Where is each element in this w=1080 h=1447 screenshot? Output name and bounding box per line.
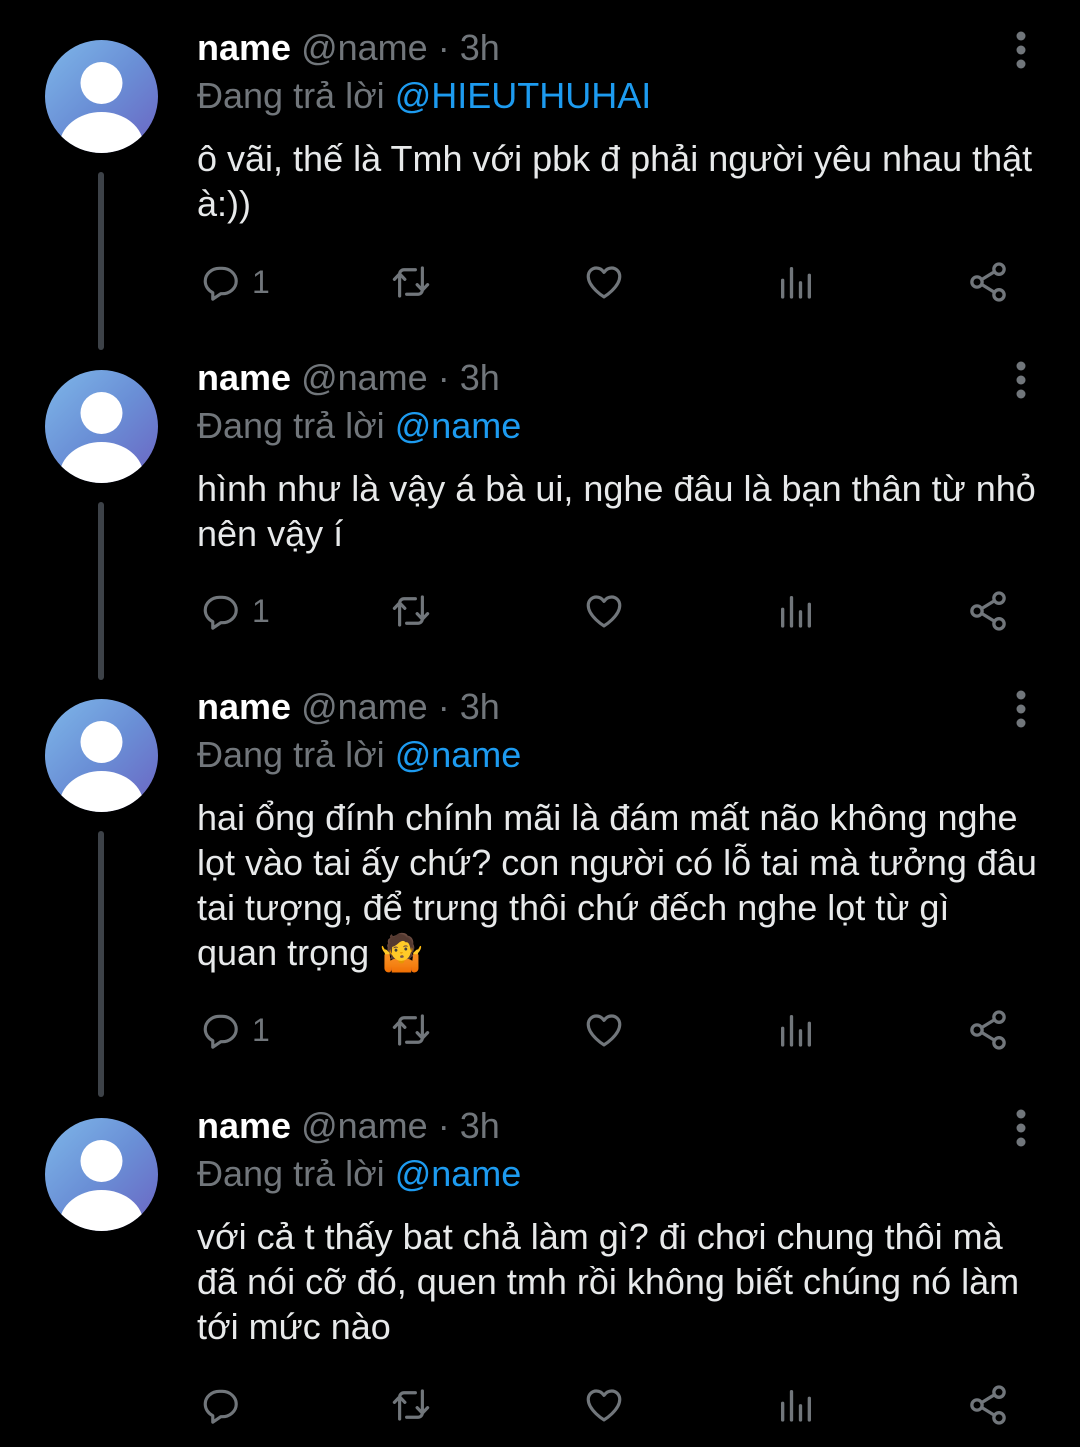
views-button[interactable] [776,1375,816,1435]
reply-icon [203,1014,238,1049]
tweet-header: name @name · 3h [197,685,500,729]
share-button[interactable] [966,1375,1010,1435]
retweet-icon [392,595,430,627]
reply-icon [203,266,238,301]
share-icon [970,1010,1006,1050]
tweet-actions [0,1375,1080,1435]
more-vertical-icon [1016,1109,1026,1147]
reply-button[interactable] [200,1375,252,1435]
tweet[interactable]: name @name · 3h Đang trả lời @HIEUTHUHAI… [0,0,1080,350]
heart-icon [586,266,622,299]
replying-to: Đang trả lời @name [197,733,521,777]
user-handle[interactable]: @name [301,686,428,727]
tweet-header: name @name · 3h [197,1104,500,1148]
avatar[interactable] [45,40,158,153]
separator-dot: · [437,27,450,68]
retweet-button[interactable] [388,1375,434,1435]
reply-button[interactable]: 1 [200,252,270,312]
views-icon [781,596,811,628]
reply-count: 1 [252,263,270,300]
display-name[interactable]: name [197,1105,291,1146]
replying-to-label: Đang trả lời [197,734,385,775]
tweet-text: hình như là vậy á bà ui, nghe đâu là bạn… [197,468,1036,554]
views-button[interactable] [776,252,816,312]
share-button[interactable] [966,1000,1010,1060]
reply-count: 1 [252,1011,270,1048]
share-icon [970,1385,1006,1425]
mention-link[interactable]: @HIEUTHUHAI [395,75,652,116]
timestamp[interactable]: 3h [460,357,500,398]
display-name[interactable]: name [197,27,291,68]
retweet-icon [392,1014,430,1046]
display-name[interactable]: name [197,686,291,727]
tweet[interactable]: name @name · 3h Đang trả lời @name với c… [0,1078,1080,1447]
timestamp[interactable]: 3h [460,27,500,68]
replying-to-label: Đang trả lời [197,405,385,446]
like-button[interactable] [582,252,626,312]
more-options-button[interactable] [1004,30,1038,70]
mention-link[interactable]: @name [395,734,522,775]
views-icon [781,267,811,299]
mention-link[interactable]: @name [395,405,522,446]
replying-to-label: Đang trả lời [197,1153,385,1194]
tweet-header: name @name · 3h [197,26,500,70]
retweet-icon [392,1389,430,1421]
views-button[interactable] [776,581,816,641]
retweet-button[interactable] [388,252,434,312]
separator-dot: · [437,686,450,727]
more-vertical-icon [1016,31,1026,69]
like-button[interactable] [582,581,626,641]
more-options-button[interactable] [1004,689,1038,729]
replying-to: Đang trả lời @name [197,404,521,448]
heart-icon [586,1389,622,1422]
views-icon [781,1390,811,1422]
mention-link[interactable]: @name [395,1153,522,1194]
timestamp[interactable]: 3h [460,686,500,727]
replying-to: Đang trả lời @name [197,1152,521,1196]
retweet-button[interactable] [388,581,434,641]
share-button[interactable] [966,581,1010,641]
tweet-header: name @name · 3h [197,356,500,400]
tweet-text: hai ổng đính chính mãi là đám mất não kh… [197,797,1037,973]
like-button[interactable] [582,1000,626,1060]
heart-icon [586,595,622,628]
tweet-text: với cả t thấy bat chả làm gì? đi chơi ch… [197,1216,1020,1347]
user-handle[interactable]: @name [301,27,428,68]
tweet-actions: 1 [0,252,1080,312]
separator-dot: · [437,357,450,398]
reply-count: 1 [252,592,270,629]
replying-to: Đang trả lời @HIEUTHUHAI [197,74,651,118]
views-button[interactable] [776,1000,816,1060]
tweet-actions: 1 [0,581,1080,641]
more-options-button[interactable] [1004,1108,1038,1148]
more-options-button[interactable] [1004,360,1038,400]
retweet-icon [392,266,430,298]
more-vertical-icon [1016,690,1026,728]
tweet-text: ô vãi, thế là Tmh với pbk đ phải người y… [197,138,1033,224]
reply-button[interactable]: 1 [200,581,270,641]
reply-button[interactable]: 1 [200,1000,270,1060]
user-handle[interactable]: @name [301,1105,428,1146]
reply-icon [203,595,238,630]
avatar[interactable] [45,1118,158,1231]
tweet[interactable]: name @name · 3h Đang trả lời @name hai ổ… [0,659,1080,1097]
like-button[interactable] [582,1375,626,1435]
heart-icon [586,1014,622,1047]
avatar[interactable] [45,370,158,483]
share-icon [970,591,1006,631]
share-button[interactable] [966,252,1010,312]
display-name[interactable]: name [197,357,291,398]
tweet[interactable]: name @name · 3h Đang trả lời @name hình … [0,330,1080,680]
separator-dot: · [437,1105,450,1146]
replying-to-label: Đang trả lời [197,75,385,116]
retweet-button[interactable] [388,1000,434,1060]
reply-icon [203,1389,238,1424]
tweet-actions: 1 [0,1000,1080,1060]
share-icon [970,262,1006,302]
more-vertical-icon [1016,361,1026,399]
timestamp[interactable]: 3h [460,1105,500,1146]
user-handle[interactable]: @name [301,357,428,398]
views-icon [781,1015,811,1047]
avatar[interactable] [45,699,158,812]
